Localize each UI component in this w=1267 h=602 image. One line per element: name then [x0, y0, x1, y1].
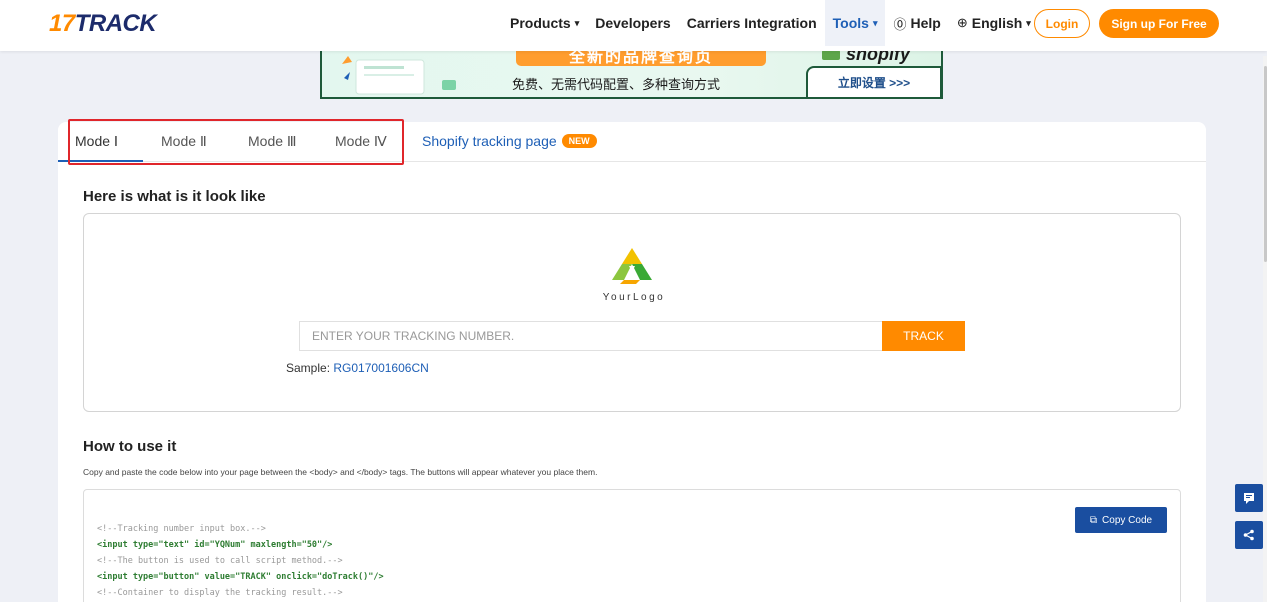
nav-carriers-integration[interactable]: Carriers Integration: [679, 0, 825, 46]
main-nav: Products ▾ Developers Carriers Integratio…: [502, 0, 1039, 46]
help-circle-icon: ⓪: [893, 16, 907, 32]
nav-help[interactable]: ⓪ Help: [885, 0, 948, 46]
share-button[interactable]: [1235, 521, 1263, 549]
code-snippet-box[interactable]: ⧉ Copy Code <!--Tracking number input box…: [83, 489, 1181, 602]
tracking-number-input[interactable]: ENTER YOUR TRACKING NUMBER.: [299, 321, 883, 351]
nav-tools[interactable]: Tools ▾: [824, 0, 886, 46]
preview-box: YourLogo ENTER YOUR TRACKING NUMBER. TRA…: [83, 213, 1181, 412]
nav-language[interactable]: ⊕ English ▾: [949, 0, 1039, 46]
yourlogo-text: YourLogo: [602, 292, 666, 303]
tool-card: Mode Ⅰ Mode Ⅱ Mode Ⅲ Mode Ⅳ Shopify trac…: [58, 119, 1206, 602]
top-header: 17TRACK Products ▾ Developers Carriers In…: [0, 0, 1267, 51]
signup-button[interactable]: Sign up For Free: [1099, 9, 1219, 38]
nav-products[interactable]: Products ▾: [502, 0, 587, 46]
preview-title: Here is what is it look like: [83, 188, 266, 205]
globe-icon: ⊕: [956, 15, 968, 30]
howto-description: Copy and paste the code below into your …: [83, 467, 598, 477]
copy-code-button[interactable]: ⧉ Copy Code: [1075, 507, 1167, 533]
chevron-down-icon: ▾: [1026, 17, 1031, 28]
chat-button[interactable]: [1235, 484, 1263, 512]
mode-tabs: Mode Ⅰ Mode Ⅱ Mode Ⅲ Mode Ⅳ Shopify trac…: [58, 119, 1206, 165]
nav-developers[interactable]: Developers: [587, 0, 678, 46]
chevron-down-icon: ▾: [574, 17, 580, 28]
code-line: <!--The button is used to call script me…: [97, 556, 343, 566]
sample-number-link[interactable]: RG017001606CN: [333, 361, 428, 375]
new-badge: NEW: [561, 134, 597, 148]
track-button[interactable]: TRACK: [882, 321, 965, 351]
code-line: <!--Container to display the tracking re…: [97, 588, 343, 598]
chevron-down-icon: ▾: [872, 17, 878, 28]
banner-subline: 免费、无需代码配置、多种查询方式: [512, 77, 721, 92]
tab-shopify-tracking-page[interactable]: Shopify tracking page NEW: [422, 133, 597, 149]
shopify-bag-icon: [822, 50, 840, 61]
site-logo[interactable]: 17TRACK: [49, 10, 157, 38]
code-line: <input type="text" id="YQNum" maxlength=…: [97, 540, 333, 550]
sample-text: Sample: RG017001606CN: [286, 361, 429, 375]
banner-illustration: [342, 56, 456, 95]
yourlogo-icon: [612, 248, 652, 284]
login-button[interactable]: Login: [1034, 9, 1090, 38]
code-line: <!--Tracking number input box.-->: [97, 524, 266, 534]
annotation-highlight-box: [68, 119, 404, 165]
banner-setup-button[interactable]: 立即设置 >>>: [806, 66, 941, 97]
share-icon: [1243, 529, 1254, 541]
howto-title: How to use it: [83, 438, 177, 455]
code-line: <input type="button" value="TRACK" oncli…: [97, 572, 384, 582]
chat-icon: [1244, 493, 1254, 504]
copy-icon: ⧉: [1089, 514, 1098, 526]
